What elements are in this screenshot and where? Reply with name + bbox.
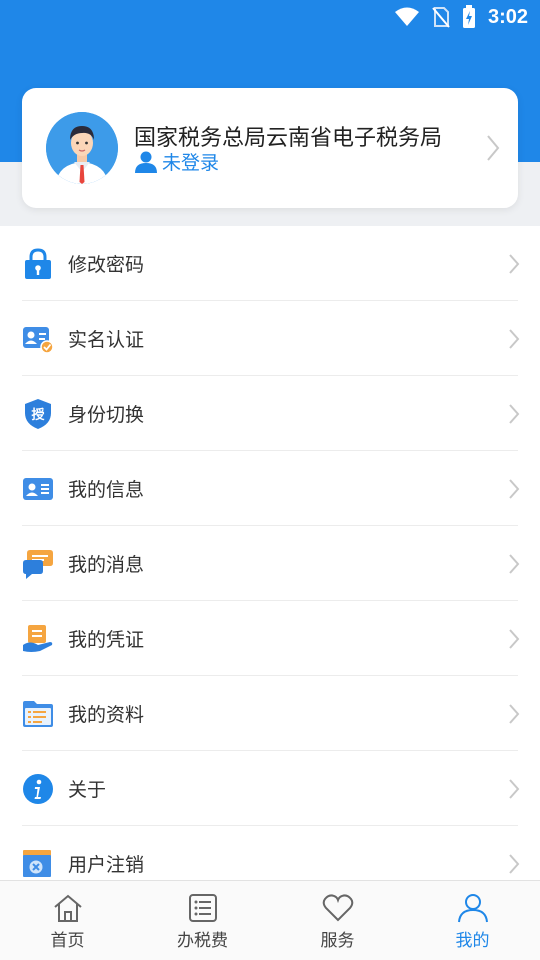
- menu-item-my-documents[interactable]: 我的资料: [0, 676, 540, 751]
- menu-item-identity-switch[interactable]: 授 身份切换: [0, 376, 540, 451]
- menu-label: 用户注销: [68, 854, 145, 876]
- voucher-icon: [22, 623, 54, 655]
- avatar-man-icon: [46, 112, 118, 184]
- battery-icon: [462, 5, 475, 28]
- status-bar: 3:02: [0, 0, 540, 36]
- menu-label: 关于: [68, 779, 107, 801]
- menu-item-change-password[interactable]: 修改密码: [0, 226, 540, 301]
- settings-menu: 修改密码 实名认证 授 身份切换 我的信息 我的消息 我的凭证 我的资料 关于 …: [0, 226, 540, 880]
- status-time: 3:02: [487, 5, 528, 28]
- menu-item-my-messages[interactable]: 我的消息: [0, 526, 540, 601]
- menu-label: 实名认证: [68, 329, 145, 351]
- menu-item-about[interactable]: 关于: [0, 751, 540, 826]
- chevron-right-icon: [509, 703, 520, 724]
- profile-card[interactable]: 国家税务总局云南省电子税务局 未登录: [22, 88, 518, 208]
- user-icon: [135, 151, 157, 173]
- heart-icon: [322, 894, 353, 922]
- tab-label: 服务: [320, 931, 355, 951]
- tab-mine[interactable]: 我的: [405, 881, 540, 960]
- menu-label: 我的信息: [68, 479, 145, 501]
- chevron-right-icon: [509, 253, 520, 274]
- chevron-right-icon: [509, 328, 520, 349]
- tab-label: 办税费: [177, 931, 228, 951]
- tab-home[interactable]: 首页: [0, 881, 135, 960]
- authorize-shield-icon: 授: [22, 398, 54, 430]
- menu-label: 身份切换: [68, 404, 145, 426]
- login-status[interactable]: 未登录: [134, 148, 219, 175]
- info-icon: [22, 773, 54, 805]
- chevron-right-icon: [487, 135, 500, 161]
- chevron-right-icon: [509, 478, 520, 499]
- folder-icon: [22, 698, 54, 730]
- menu-item-my-vouchers[interactable]: 我的凭证: [0, 601, 540, 676]
- avatar: [46, 112, 118, 184]
- tab-services[interactable]: 服务: [270, 881, 405, 960]
- chat-bubbles-icon: [22, 548, 54, 580]
- menu-label: 我的消息: [68, 554, 145, 576]
- cancel-account-icon: [22, 848, 54, 880]
- chevron-right-icon: [509, 403, 520, 424]
- auth-badge-text: 授: [31, 407, 45, 423]
- menu-item-cancel-account[interactable]: 用户注销: [0, 826, 540, 880]
- chevron-right-icon: [509, 628, 520, 649]
- person-icon: [457, 894, 488, 923]
- lock-icon: [22, 247, 54, 280]
- tab-label: 首页: [50, 931, 85, 951]
- menu-label: 我的凭证: [68, 629, 145, 651]
- menu-label: 我的资料: [68, 704, 145, 726]
- id-verify-icon: [22, 323, 54, 355]
- bottom-tab-bar: 首页 办税费 服务 我的: [0, 880, 540, 960]
- chevron-right-icon: [509, 778, 520, 799]
- login-status-label: 未登录: [162, 152, 220, 174]
- chevron-right-icon: [509, 553, 520, 574]
- menu-item-my-info[interactable]: 我的信息: [0, 451, 540, 526]
- no-sim-icon: [432, 7, 450, 28]
- menu-item-real-name-auth[interactable]: 实名认证: [0, 301, 540, 376]
- tab-label: 我的: [455, 931, 490, 951]
- user-card-icon: [22, 473, 54, 505]
- wifi-icon: [394, 7, 419, 26]
- menu-label: 修改密码: [68, 254, 145, 276]
- tab-tax-handling[interactable]: 办税费: [135, 881, 270, 960]
- chevron-right-icon: [509, 853, 520, 874]
- list-icon: [188, 894, 217, 922]
- home-icon: [53, 894, 82, 922]
